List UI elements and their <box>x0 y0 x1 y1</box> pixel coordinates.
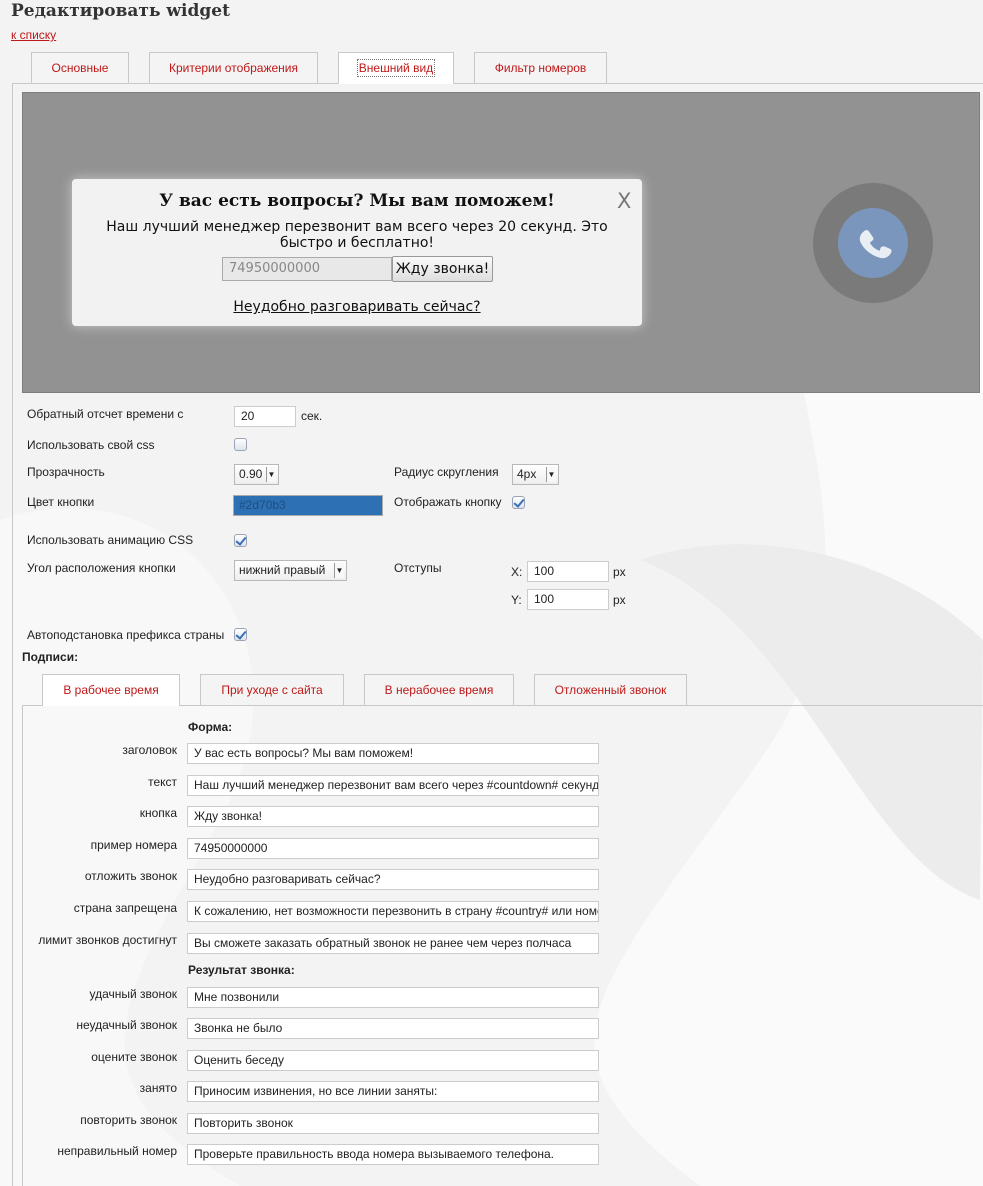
css-animation-checkbox[interactable] <box>234 534 247 547</box>
button-color-label: Цвет кнопки <box>27 495 95 509</box>
radius-select[interactable]: 4px ▼ <box>512 464 559 485</box>
chevron-down-icon: ▼ <box>334 563 344 578</box>
caption-label: лимит звонков достигнут <box>38 933 177 947</box>
caption-input[interactable]: Приносим извинения, но все линии заняты: <box>187 1081 599 1102</box>
tab-site-exit-label: При уходе с сайта <box>221 683 323 697</box>
button-color-input[interactable]: #2d70b3 <box>233 495 383 516</box>
page-title: Редактировать widget <box>11 1 230 21</box>
caption-label: неудачный звонок <box>76 1018 177 1032</box>
tab-delayed-call-label: Отложенный звонок <box>554 683 667 697</box>
caption-input[interactable]: У вас есть вопросы? Мы вам поможем! <box>187 743 599 764</box>
chevron-down-icon: ▼ <box>266 467 276 482</box>
tab-basic-label: Основные <box>51 61 109 75</box>
button-corner-value: нижний правый <box>239 563 326 577</box>
custom-css-checkbox[interactable] <box>234 438 247 451</box>
tab-off-hours-label: В нерабочее время <box>384 683 494 697</box>
show-button-checkbox[interactable] <box>512 496 525 509</box>
caption-label: занято <box>139 1081 177 1095</box>
panel-border <box>12 83 13 1186</box>
tab-display-criteria[interactable]: Критерии отображения <box>149 52 318 83</box>
caption-input[interactable]: Повторить звонок <box>187 1113 599 1134</box>
caption-input[interactable]: Наш лучший менеджер перезвонит вам всего… <box>187 775 599 796</box>
tab-divider <box>22 705 42 706</box>
caption-input[interactable]: Проверьте правильность ввода номера вызы… <box>187 1144 599 1165</box>
call-button[interactable] <box>838 208 908 278</box>
countdown-label: Обратный отсчет времени с <box>27 407 184 421</box>
tab-divider <box>12 83 338 84</box>
radius-label: Радиус скругления <box>394 465 499 479</box>
popup-text: Наш лучший менеджер перезвонит вам всего… <box>106 219 608 251</box>
caption-label: страна запрещена <box>73 901 177 915</box>
caption-label: текст <box>148 775 177 789</box>
caption-label: оцените звонок <box>91 1050 177 1064</box>
caption-input[interactable]: К сожалению, нет возможности перезвонить… <box>187 901 599 922</box>
country-prefix-checkbox[interactable] <box>234 628 247 641</box>
tab-appearance-label: Внешний вид <box>356 59 436 77</box>
opacity-select[interactable]: 0.90 ▼ <box>234 464 279 485</box>
offset-x-label: X: <box>511 565 523 579</box>
caption-input[interactable]: Вы сможете заказать обратный звонок не р… <box>187 933 599 954</box>
offset-y-unit: px <box>613 593 626 607</box>
tab-divider <box>180 705 983 706</box>
offset-y-input[interactable]: 100 <box>527 589 609 610</box>
caption-input[interactable]: Жду звонка! <box>187 806 599 827</box>
radius-value: 4px <box>517 467 537 481</box>
caption-label: удачный звонок <box>89 987 177 1001</box>
opacity-value: 0.90 <box>239 467 263 481</box>
preview-popup: У вас есть вопросы? Мы вам поможем! X На… <box>72 179 642 326</box>
offset-x-input[interactable]: 100 <box>527 561 609 582</box>
back-to-list-link[interactable]: к списку <box>11 28 56 42</box>
tab-appearance[interactable]: Внешний вид <box>338 52 454 84</box>
tab-off-hours[interactable]: В нерабочее время <box>364 674 514 705</box>
tab-delayed-call[interactable]: Отложенный звонок <box>534 674 687 705</box>
tab-working-hours[interactable]: В рабочее время <box>42 674 180 706</box>
caption-input[interactable]: Мне позвонили <box>187 987 599 1008</box>
caption-label: кнопка <box>139 806 177 820</box>
countdown-unit: сек. <box>301 409 323 423</box>
captions-title: Подписи: <box>22 650 79 664</box>
call-later-link[interactable]: Неудобно разговаривать сейчас? <box>72 299 642 315</box>
caption-input[interactable]: 74950000000 <box>187 838 599 859</box>
show-button-label: Отображать кнопку <box>394 495 502 509</box>
request-call-button[interactable]: Жду звонка! <box>392 256 493 282</box>
css-animation-label: Использовать анимацию CSS <box>27 533 194 547</box>
caption-label: пример номера <box>90 838 177 852</box>
chevron-down-icon: ▼ <box>546 467 556 482</box>
close-icon[interactable]: X <box>617 189 631 213</box>
tab-number-filter[interactable]: Фильтр номеров <box>474 52 607 83</box>
phone-icon <box>859 230 892 259</box>
caption-label: неправильный номер <box>57 1144 177 1158</box>
offset-y-label: Y: <box>511 593 522 607</box>
tab-basic[interactable]: Основные <box>31 52 129 83</box>
country-prefix-label: Автоподстановка префикса страны <box>27 628 225 642</box>
result-section-title: Результат звонка: <box>188 963 295 977</box>
opacity-label: Прозрачность <box>27 465 105 479</box>
caption-input[interactable]: Звонка не было <box>187 1018 599 1039</box>
tab-display-criteria-label: Критерии отображения <box>168 61 298 75</box>
caption-label: отложить звонок <box>84 869 177 883</box>
caption-input[interactable]: Оценить беседу <box>187 1050 599 1071</box>
countdown-input[interactable]: 20 <box>234 406 296 427</box>
tab-number-filter-label: Фильтр номеров <box>494 61 587 75</box>
form-section-title: Форма: <box>188 720 233 734</box>
caption-label: заголовок <box>122 743 177 757</box>
button-corner-label: Угол расположения кнопки <box>27 561 176 575</box>
tab-divider <box>454 83 983 84</box>
offset-x-unit: px <box>613 565 626 579</box>
custom-css-label: Использовать свой css <box>27 438 155 452</box>
phone-input[interactable]: 74950000000 <box>222 257 392 281</box>
tab-site-exit[interactable]: При уходе с сайта <box>200 674 344 705</box>
caption-label: повторить звонок <box>80 1113 177 1127</box>
offsets-label: Отступы <box>394 561 442 575</box>
button-corner-select[interactable]: нижний правый ▼ <box>234 560 347 581</box>
captions-panel-border <box>22 705 23 1186</box>
caption-input[interactable]: Неудобно разговаривать сейчас? <box>187 869 599 890</box>
tab-working-hours-label: В рабочее время <box>63 683 159 697</box>
popup-title: У вас есть вопросы? Мы вам поможем! <box>159 191 555 211</box>
